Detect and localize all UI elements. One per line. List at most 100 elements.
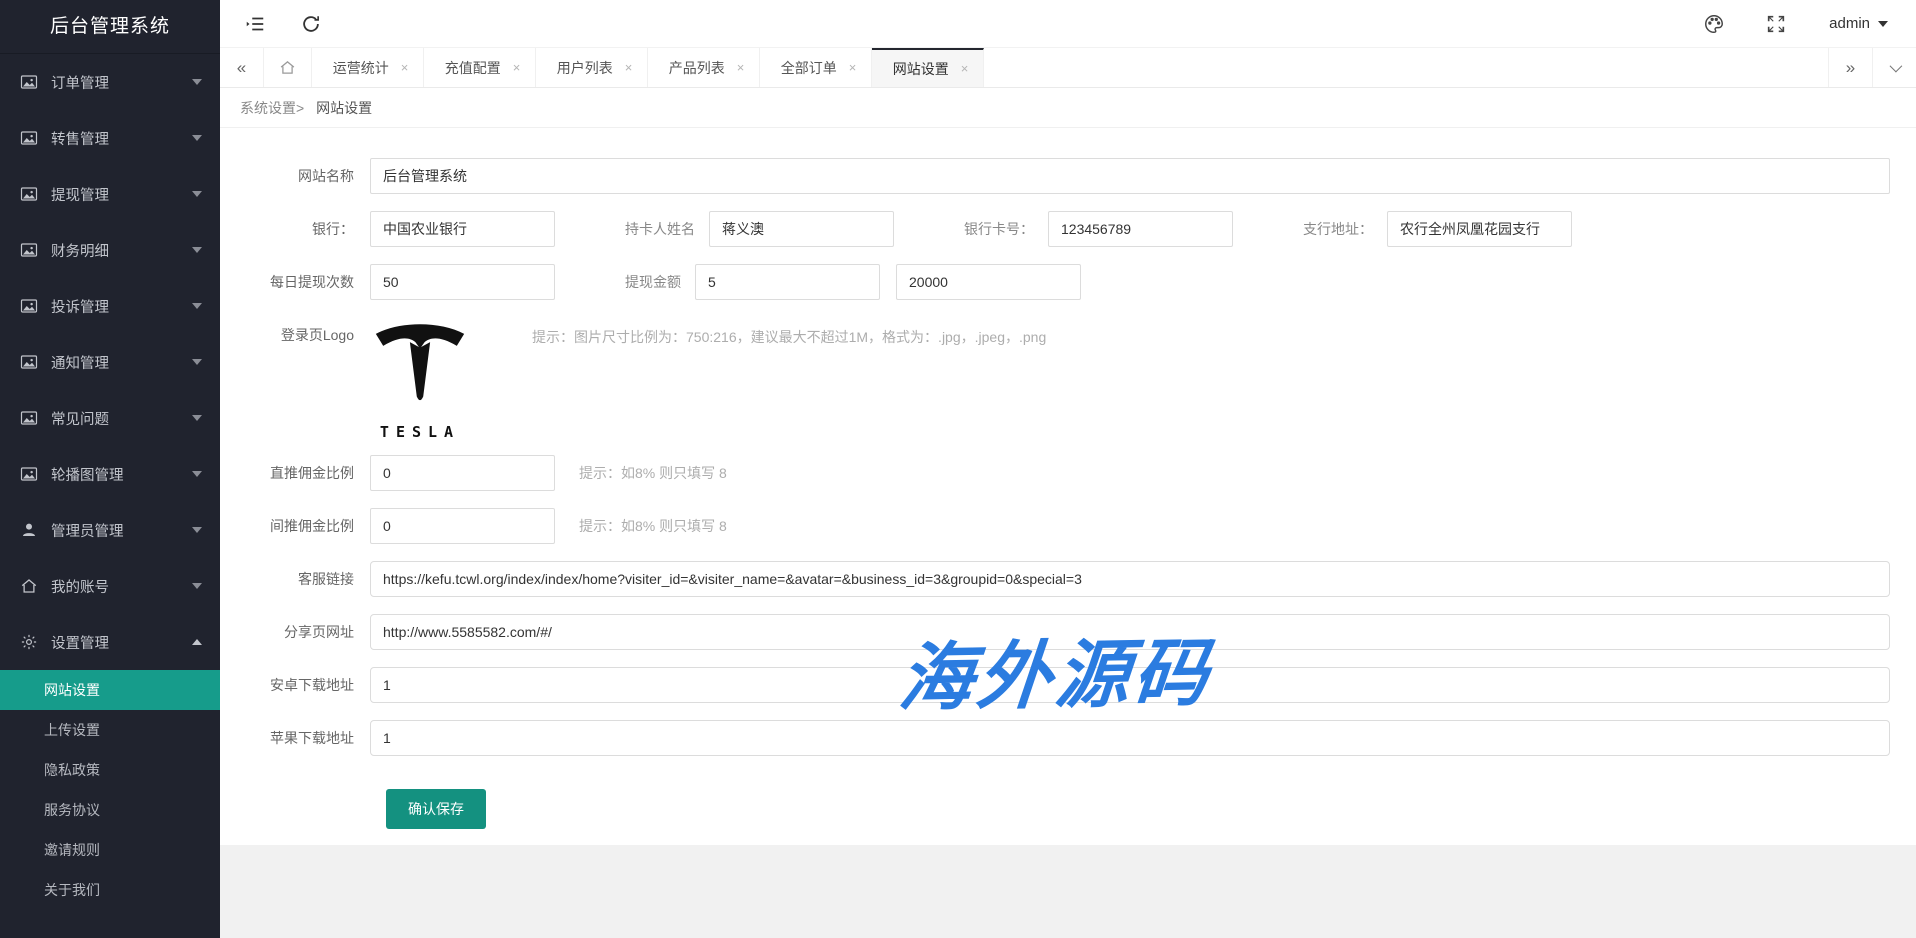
sidebar-item-notices[interactable]: 通知管理 [0,334,220,390]
refresh-icon[interactable] [300,13,322,35]
sidebar: 后台管理系统 订单管理 转售管理 提现管理 财务明细 [0,0,220,938]
picture-icon [20,185,38,203]
chevron-down-icon [1878,21,1888,27]
bank-input[interactable] [370,211,555,247]
user-icon [20,521,38,539]
fullscreen-icon[interactable] [1765,13,1787,35]
service-link-label: 客服链接 [220,569,370,589]
home-icon [279,59,296,76]
tab-label: 产品列表 [669,58,725,78]
login-logo-preview[interactable]: TESLA [370,317,470,441]
chevron-down-icon [192,583,202,589]
theme-palette-icon[interactable] [1703,13,1725,35]
share-url-input[interactable] [370,614,1890,650]
sidebar-item-settings[interactable]: 设置管理 [0,614,220,670]
sidebar-item-privacy-policy[interactable]: 隐私政策 [0,750,220,790]
tabs-scroll-right-button[interactable]: » [1828,48,1872,87]
gear-icon [20,633,38,651]
ios-url-input[interactable] [370,720,1890,756]
sidebar-item-my-account[interactable]: 我的账号 [0,558,220,614]
sidebar-item-complaints[interactable]: 投诉管理 [0,278,220,334]
chevron-down-icon [192,359,202,365]
card-holder-input[interactable] [709,211,894,247]
sidebar-item-faq[interactable]: 常见问题 [0,390,220,446]
sidebar-item-service-agreement[interactable]: 服务协议 [0,790,220,830]
home-tab[interactable] [264,48,312,87]
page-content: 网站名称 银行： 持卡人姓名 银行卡号： 支行地址： 每日提现次数 提现 [220,128,1916,938]
close-icon[interactable]: × [513,60,521,75]
form-row-ios-url: 苹果下载地址 [220,720,1890,756]
card-number-input[interactable] [1048,211,1233,247]
site-settings-form: 网站名称 银行： 持卡人姓名 银行卡号： 支行地址： 每日提现次数 提现 [220,128,1916,854]
tab-product-list[interactable]: 产品列表 × [648,48,760,87]
close-icon[interactable]: × [849,60,857,75]
android-url-label: 安卓下载地址 [220,675,370,695]
sidebar-item-label: 管理员管理 [51,520,192,541]
indirect-commission-input[interactable] [370,508,555,544]
tab-label: 充值配置 [445,58,501,78]
close-icon[interactable]: × [401,60,409,75]
sidebar-item-admins[interactable]: 管理员管理 [0,502,220,558]
sidebar-item-banners[interactable]: 轮播图管理 [0,446,220,502]
close-icon[interactable]: × [625,60,633,75]
user-menu[interactable]: admin [1829,15,1888,32]
breadcrumb-page: 网站设置 [316,100,372,116]
daily-withdraw-times-input[interactable] [370,264,555,300]
save-button[interactable]: 确认保存 [386,789,486,829]
withdraw-amount-min-input[interactable] [695,264,880,300]
tabs-menu-button[interactable] [1872,48,1916,87]
sidebar-item-site-settings[interactable]: 网站设置 [0,670,220,710]
chevron-down-icon [192,79,202,85]
tabs-scroll-left-button[interactable]: « [220,48,264,87]
tab-label: 用户列表 [557,58,613,78]
tab-recharge-config[interactable]: 充值配置 × [424,48,536,87]
sidebar-item-label: 提现管理 [51,184,192,205]
form-row-direct-commission: 直推佣金比例 提示：如8% 则只填写 8 [220,455,1890,491]
service-link-input[interactable] [370,561,1890,597]
close-icon[interactable]: × [737,60,745,75]
breadcrumb: 系统设置> 网站设置 [220,88,1916,128]
sidebar-item-withdraw[interactable]: 提现管理 [0,166,220,222]
picture-icon [20,465,38,483]
tab-operation-stats[interactable]: 运营统计 × [312,48,424,87]
picture-icon [20,129,38,147]
tab-all-orders[interactable]: 全部订单 × [760,48,872,87]
form-row-bank: 银行： 持卡人姓名 银行卡号： 支行地址： [220,211,1890,247]
sidebar-item-resale[interactable]: 转售管理 [0,110,220,166]
collapse-menu-icon[interactable] [244,13,266,35]
tab-site-settings[interactable]: 网站设置 × [872,48,984,87]
card-holder-label: 持卡人姓名 [625,219,695,239]
form-row-withdraw: 每日提现次数 提现金额 [220,264,1890,300]
sidebar-item-label: 投诉管理 [51,296,192,317]
form-row-login-logo: 登录页Logo TESLA 提示：图片尺寸比例为：750:216，建议最大不超过… [220,317,1890,441]
tab-user-list[interactable]: 用户列表 × [536,48,648,87]
share-url-label: 分享页网址 [220,622,370,642]
picture-icon [20,409,38,427]
tesla-wordmark: TESLA [380,423,460,441]
tab-label: 运营统计 [333,58,389,78]
picture-icon [20,241,38,259]
close-icon[interactable]: × [961,61,969,76]
sidebar-item-label: 财务明细 [51,240,192,261]
form-row-share-url: 分享页网址 [220,614,1890,650]
card-number-label: 银行卡号： [964,219,1034,239]
app-title: 后台管理系统 [0,0,220,54]
sidebar-item-label: 轮播图管理 [51,464,192,485]
chevron-down-icon [192,191,202,197]
direct-commission-label: 直推佣金比例 [220,463,370,483]
branch-address-input[interactable] [1387,211,1572,247]
sidebar-item-upload-settings[interactable]: 上传设置 [0,710,220,750]
sidebar-item-about-us[interactable]: 关于我们 [0,870,220,910]
bottom-strip [220,845,1916,938]
android-url-input[interactable] [370,667,1890,703]
withdraw-amount-max-input[interactable] [896,264,1081,300]
chevron-down-icon [192,247,202,253]
site-name-input[interactable] [370,158,1890,194]
sidebar-item-invite-rules[interactable]: 邀请规则 [0,830,220,870]
sidebar-item-finance[interactable]: 财务明细 [0,222,220,278]
sidebar-item-orders[interactable]: 订单管理 [0,54,220,110]
app-layout: 后台管理系统 订单管理 转售管理 提现管理 财务明细 [0,0,1916,938]
chevron-down-icon [192,527,202,533]
ios-url-label: 苹果下载地址 [220,728,370,748]
direct-commission-input[interactable] [370,455,555,491]
